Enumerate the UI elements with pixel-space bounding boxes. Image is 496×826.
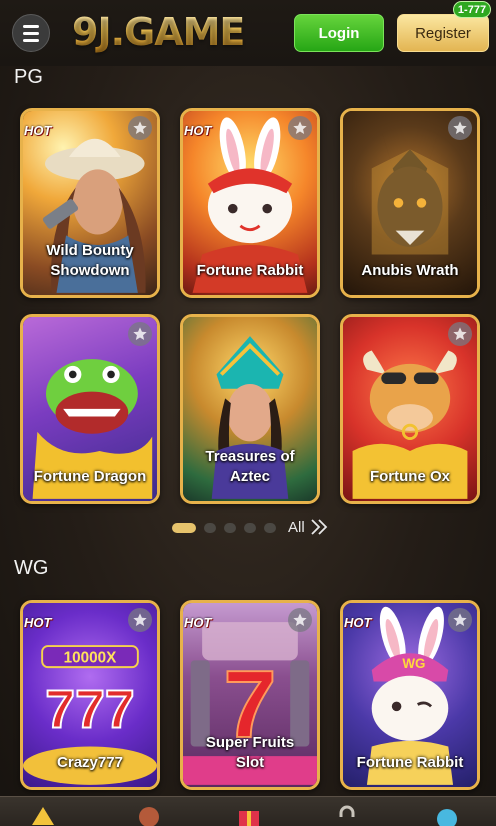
bottom-navigation (0, 796, 496, 826)
hot-badge: HOT (24, 606, 52, 630)
menu-icon[interactable] (12, 14, 50, 52)
view-all-link[interactable]: All (288, 518, 329, 536)
top-header: 9J.GAME Login Register 1-777 (0, 0, 496, 66)
svg-text:WG: WG (402, 656, 425, 671)
star-icon[interactable] (288, 608, 312, 632)
hot-badge: HOT (344, 606, 372, 630)
game-card-fortune-rabbit[interactable]: HOT Fortune Rabbit (180, 108, 320, 298)
hot-badge: HOT (24, 114, 52, 138)
game-title: Super Fruits Slot (205, 734, 295, 771)
game-card-wild-bounty-showdown[interactable]: HOT Wild Bounty Showdown (20, 108, 160, 298)
section-title-pg: PG (14, 66, 43, 88)
game-title: Fortune Ox (369, 468, 450, 485)
star-icon[interactable] (448, 608, 472, 632)
game-title: Treasures of Aztec (205, 448, 295, 485)
star-icon[interactable] (448, 116, 472, 140)
pagination-dot-2[interactable] (204, 523, 216, 533)
game-card-fortune-rabbit-wg[interactable]: WG HOT Fortune Rabbit (340, 600, 480, 790)
star-icon[interactable] (128, 322, 152, 346)
section-title-wg: WG (14, 557, 49, 579)
carousel-pagination (172, 523, 276, 533)
game-card-treasures-of-aztec[interactable]: Treasures of Aztec (180, 314, 320, 504)
register-button[interactable]: Register (397, 14, 489, 52)
double-chevron-right-icon (311, 519, 327, 535)
game-card-fortune-dragon[interactable]: Fortune Dragon (20, 314, 160, 504)
login-button[interactable]: Login (294, 14, 384, 52)
game-card-anubis-wrath[interactable]: Anubis Wrath (340, 108, 480, 298)
view-all-label: All (288, 518, 305, 536)
globe-icon[interactable] (434, 803, 460, 826)
avatar-icon[interactable] (136, 803, 162, 826)
star-icon[interactable] (128, 116, 152, 140)
hot-badge: HOT (184, 606, 212, 630)
star-icon[interactable] (448, 322, 472, 346)
star-icon[interactable] (128, 608, 152, 632)
game-title: Fortune Dragon (33, 468, 147, 485)
game-title: Anubis Wrath (361, 262, 459, 279)
lock-icon[interactable] (334, 803, 360, 826)
site-logo[interactable]: 9J.GAME (72, 10, 245, 54)
game-card-super-fruits-slot[interactable]: 7 HOT Super Fruits Slot (180, 600, 320, 790)
register-bonus-badge: 1-777 (453, 1, 491, 18)
hot-badge: HOT (184, 114, 212, 138)
gift-icon[interactable] (236, 803, 262, 826)
svg-text:777: 777 (45, 679, 134, 739)
game-title: Fortune Rabbit (196, 262, 304, 279)
home-icon[interactable] (30, 803, 56, 826)
pagination-dot-5[interactable] (264, 523, 276, 533)
game-card-fortune-ox[interactable]: Fortune Ox (340, 314, 480, 504)
game-title: Crazy777 (57, 754, 123, 771)
game-card-crazy777[interactable]: 10000X 777 HOT Crazy777 (20, 600, 160, 790)
game-title: Wild Bounty Showdown (46, 242, 134, 279)
pagination-dot-1[interactable] (172, 523, 196, 533)
game-title: Fortune Rabbit (356, 754, 464, 771)
star-icon[interactable] (288, 116, 312, 140)
svg-text:10000X: 10000X (64, 649, 118, 666)
pagination-dot-3[interactable] (224, 523, 236, 533)
pagination-dot-4[interactable] (244, 523, 256, 533)
